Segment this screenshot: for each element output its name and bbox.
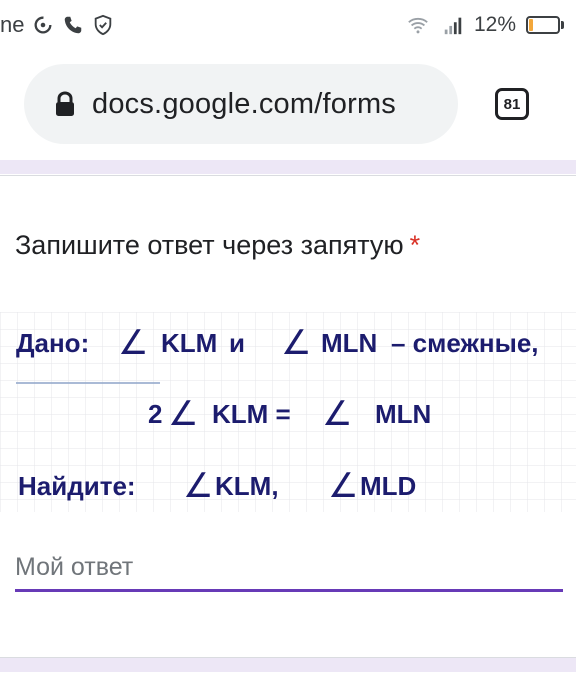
phone-icon [65,16,82,34]
section-divider [0,160,576,174]
url-bar[interactable]: docs.google.com/forms [24,64,458,144]
lock-icon [56,91,74,116]
equation-right: MLN [375,399,431,429]
required-mark: * [409,230,421,260]
angle-symbol: ∠ [281,324,311,362]
given-and: и [229,328,245,358]
equation-left: KLM = [212,399,291,429]
angle-symbol: ∠ [322,395,352,433]
tab-switcher-button[interactable]: 81 [495,88,529,120]
answer-input[interactable] [15,546,563,592]
card-border [0,175,576,176]
find-angle-mld: MLD [360,471,416,501]
carrier-label: ne [0,12,25,37]
find-label: Найдите: [18,471,136,501]
equation-coefficient: 2 [148,399,162,429]
question-text: Запишите ответ через запятую [15,230,404,260]
angle-symbol: ∠ [118,324,148,362]
question-title: Запишите ответ через запятую * [15,230,420,261]
battery-icon [526,16,564,34]
given-label: Дано: [16,328,89,358]
section-divider [0,658,576,672]
given-angle-klm: KLM [161,328,217,358]
status-bar: ne 12% [0,0,576,52]
shield-check-icon [95,14,112,36]
given-angle-mln: MLN [321,328,377,358]
signal-icon [444,17,462,35]
problem-image: Дано: ∠ KLM и ∠ MLN – смежные, 2 ∠ KLM =… [0,312,576,512]
url-text[interactable]: docs.google.com/forms [92,88,396,121]
given-adjacent: – смежные, [391,328,539,358]
angle-symbol: ∠ [328,467,358,505]
data-saver-icon [35,16,52,34]
angle-symbol: ∠ [183,467,213,505]
wifi-icon [408,17,428,34]
status-left: ne [0,12,114,38]
status-right: 12% [404,12,564,38]
battery-percent: 12% [473,13,516,36]
find-angle-klm: KLM, [215,471,279,501]
angle-symbol: ∠ [168,395,198,433]
